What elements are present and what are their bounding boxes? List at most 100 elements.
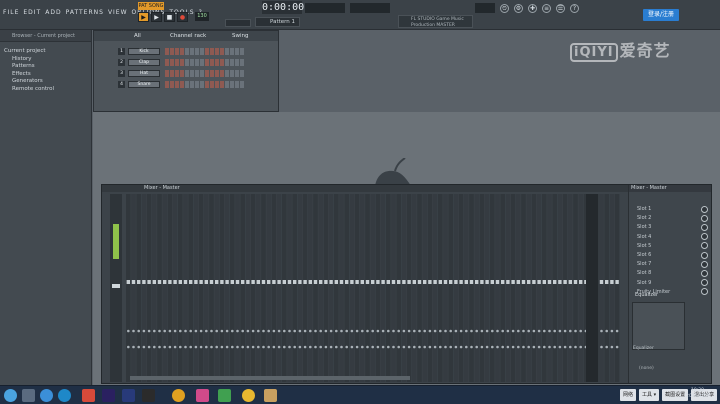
strip-route-knob[interactable] (137, 345, 140, 349)
strip-fader[interactable] (521, 280, 526, 284)
strip-send-knob[interactable] (153, 329, 156, 333)
step-button[interactable] (235, 59, 239, 66)
strip-send-knob[interactable] (610, 329, 614, 333)
strip-fader[interactable] (386, 280, 390, 284)
strip-fader[interactable] (339, 280, 344, 284)
insert-strip[interactable] (578, 194, 583, 382)
strip-route-knob[interactable] (335, 345, 338, 349)
channel-row[interactable]: 3 Hat (98, 69, 244, 78)
step-button[interactable] (205, 59, 209, 66)
strip-route-knob[interactable] (371, 345, 375, 349)
strip-send-knob[interactable] (262, 329, 265, 333)
insert-strip[interactable] (131, 194, 136, 382)
strip-route-knob[interactable] (153, 345, 156, 349)
plugin-icon[interactable]: ✚ (528, 4, 537, 13)
strip-send-knob[interactable] (355, 329, 359, 333)
insert-strip[interactable] (380, 194, 386, 382)
strip-fader[interactable] (126, 280, 130, 284)
strip-route-knob[interactable] (293, 345, 296, 349)
strip-fader[interactable] (454, 280, 458, 284)
strip-route-knob[interactable] (205, 345, 208, 349)
insert-strip[interactable] (287, 194, 292, 382)
insert-strip[interactable] (308, 194, 313, 382)
insert-strip[interactable] (256, 194, 261, 382)
insert-strip[interactable] (427, 194, 433, 382)
strip-fader[interactable] (173, 280, 177, 284)
strip-send-knob[interactable] (563, 329, 567, 333)
strip-send-knob[interactable] (392, 329, 395, 333)
step-button[interactable] (205, 81, 209, 88)
insert-strip[interactable] (141, 194, 147, 382)
insert-strip[interactable] (573, 194, 578, 382)
strip-send-knob[interactable] (184, 329, 187, 333)
strip-fader[interactable] (287, 280, 292, 284)
insert-strip[interactable] (276, 194, 282, 382)
strip-route-knob[interactable] (184, 345, 187, 349)
insert-strip[interactable] (198, 194, 204, 382)
strip-send-knob[interactable] (517, 329, 520, 333)
strip-route-knob[interactable] (537, 345, 541, 349)
strip-fader[interactable] (230, 280, 234, 284)
insert-strip[interactable] (490, 194, 495, 382)
strip-send-knob[interactable] (485, 329, 489, 333)
strip-send-knob[interactable] (532, 329, 536, 333)
strip-fader[interactable] (501, 280, 505, 284)
channel-number[interactable]: 3 (118, 70, 125, 77)
strip-route-knob[interactable] (418, 345, 421, 349)
strip-fader[interactable] (428, 280, 432, 284)
strip-route-knob[interactable] (543, 345, 546, 349)
insert-strip[interactable] (178, 194, 183, 382)
strip-send-knob[interactable] (303, 329, 307, 333)
strip-send-knob[interactable] (371, 329, 375, 333)
strip-route-knob[interactable] (548, 345, 551, 349)
insert-strip[interactable] (230, 194, 235, 382)
strip-send-knob[interactable] (179, 329, 182, 333)
mixer-strips[interactable] (110, 194, 620, 382)
strip-send-knob[interactable] (220, 329, 224, 333)
step-button[interactable] (210, 59, 214, 66)
strip-route-knob[interactable] (220, 345, 224, 349)
step-button[interactable] (190, 81, 194, 88)
strip-fader[interactable] (355, 280, 359, 284)
insert-strip[interactable] (240, 194, 245, 382)
step-button[interactable] (220, 48, 224, 55)
insert-strip[interactable] (474, 194, 479, 382)
slot-mix-knob[interactable] (701, 214, 708, 222)
insert-slot[interactable]: Slot 5 (632, 242, 708, 250)
insert-strip[interactable] (547, 194, 552, 382)
strip-send-knob[interactable] (605, 329, 608, 333)
step-button[interactable] (170, 81, 174, 88)
insert-strip[interactable] (162, 194, 167, 382)
step-button[interactable] (180, 48, 184, 55)
channel-name-button[interactable]: Kick (128, 48, 160, 55)
strip-fader[interactable] (438, 280, 442, 284)
strip-route-knob[interactable] (158, 345, 161, 349)
strip-send-knob[interactable] (283, 329, 286, 333)
master-fader[interactable] (112, 284, 120, 288)
strip-route-knob[interactable] (381, 345, 385, 349)
strip-fader[interactable] (209, 280, 214, 284)
insert-strip[interactable] (339, 194, 344, 382)
strip-fader[interactable] (412, 280, 416, 284)
strip-route-knob[interactable] (340, 345, 343, 349)
strip-fader[interactable] (168, 280, 172, 284)
slot-mix-knob[interactable] (701, 233, 708, 241)
insert-strip[interactable] (152, 194, 157, 382)
strip-fader[interactable] (563, 280, 567, 284)
strip-send-knob[interactable] (496, 329, 499, 333)
step-button[interactable] (180, 70, 184, 77)
strip-send-knob[interactable] (173, 329, 177, 333)
strip-send-knob[interactable] (246, 329, 250, 333)
step-button[interactable] (215, 48, 219, 55)
strip-fader[interactable] (189, 280, 193, 284)
strip-fader[interactable] (475, 280, 479, 284)
strip-fader[interactable] (267, 280, 271, 284)
strip-fader[interactable] (157, 280, 162, 284)
step-button[interactable] (215, 81, 219, 88)
step-button[interactable] (235, 81, 239, 88)
help-icon[interactable]: ? (570, 4, 579, 13)
insert-strip[interactable] (334, 194, 339, 382)
step-button[interactable] (200, 81, 204, 88)
step-button[interactable] (175, 48, 179, 55)
insert-strip[interactable] (261, 194, 266, 382)
